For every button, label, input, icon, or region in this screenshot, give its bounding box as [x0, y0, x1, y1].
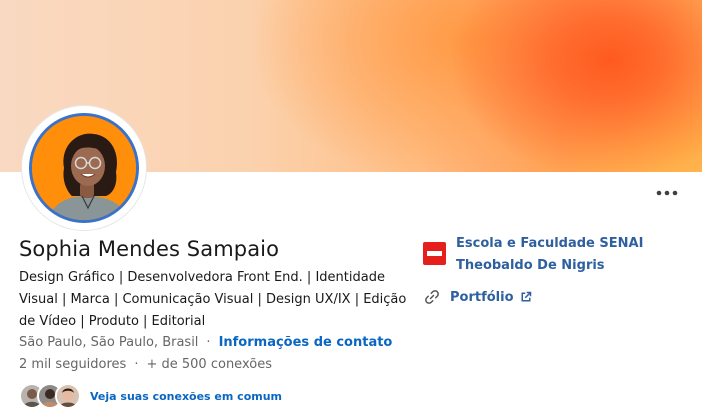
contact-info-link[interactable]: Informações de contato	[219, 335, 393, 350]
mutual-avatar	[55, 383, 81, 409]
mutual-connections-link[interactable]: Veja suas conexões em comum	[90, 390, 282, 403]
more-horizontal-icon	[656, 190, 678, 196]
school-name-line2: Theobaldo De Nigris	[456, 258, 605, 273]
school-logo	[423, 242, 446, 265]
separator-dot: ·	[134, 357, 139, 372]
profile-photo-image	[29, 113, 139, 223]
link-icon	[425, 290, 439, 304]
profile-headline: Design Gráfico | Desenvolvedora Front En…	[19, 270, 407, 329]
stats-row: 2 mil seguidores · + de 500 conexões	[19, 357, 272, 372]
external-link-icon	[520, 291, 532, 303]
education-entry[interactable]: Escola e Faculdade SENAI Theobaldo De Ni…	[423, 233, 646, 277]
mutual-avatars	[19, 383, 81, 409]
profile-photo[interactable]	[22, 106, 146, 230]
profile-location: São Paulo, São Paulo, Brasil	[19, 335, 199, 350]
portfolio-label[interactable]: Portfólio	[450, 290, 514, 305]
mutual-connections[interactable]: Veja suas conexões em comum	[19, 383, 282, 409]
followers-count[interactable]: 2 mil seguidores	[19, 357, 126, 372]
profile-name: Sophia Mendes Sampaio	[19, 237, 280, 261]
more-actions-button[interactable]	[652, 181, 682, 205]
school-name[interactable]: Escola e Faculdade SENAI Theobaldo De Ni…	[456, 233, 646, 277]
separator-dot: ·	[206, 335, 211, 350]
portfolio-link[interactable]: Portfólio	[423, 288, 532, 306]
location-row: São Paulo, São Paulo, Brasil · Informaçõ…	[19, 335, 392, 350]
connections-count[interactable]: + de 500 conexões	[146, 357, 271, 372]
school-name-line1: Escola e Faculdade SENAI	[456, 236, 644, 251]
